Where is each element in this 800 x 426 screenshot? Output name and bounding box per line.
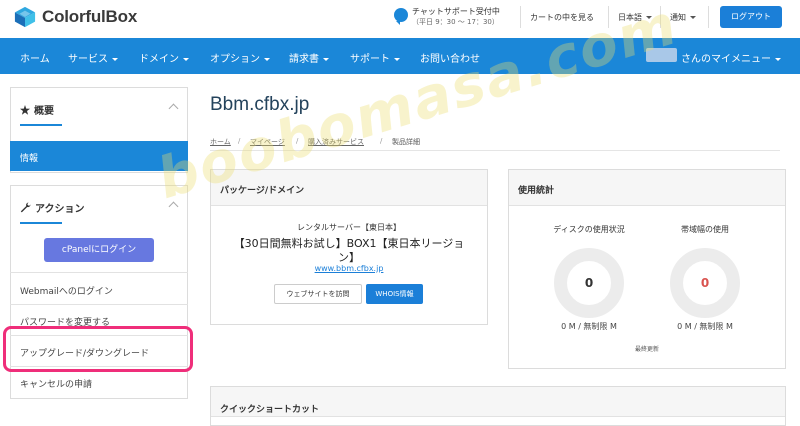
nav-account-menu[interactable]: さんのマイメニュー	[681, 50, 781, 65]
cpanel-login-button[interactable]: cPanelにログイン	[44, 238, 154, 262]
highlight-annotation	[3, 326, 193, 372]
page-title: Bbm.cfbx.jp	[210, 94, 310, 115]
breadcrumb-separator: /	[380, 137, 383, 145]
webmail-login-link[interactable]: Webmailへのログイン	[20, 284, 113, 297]
actions-title: アクション	[35, 204, 85, 215]
chat-status: チャットサポート受付中	[412, 7, 500, 16]
divider	[520, 6, 521, 28]
domain-link[interactable]: www.bbm.cfbx.jp	[210, 264, 488, 273]
overview-title: 概要	[34, 106, 54, 117]
nav-label: 請求書	[289, 54, 319, 65]
nav-label: サービス	[68, 54, 108, 65]
breadcrumb-current: 製品詳細	[392, 138, 420, 146]
product-name-line2: ン】	[338, 251, 360, 264]
star-icon	[20, 104, 30, 115]
chat-hours: （平日 9：30 ～ 17：30）	[412, 18, 499, 26]
nav-contact[interactable]: お問い合わせ	[420, 50, 480, 65]
disk-usage-value: 0	[584, 276, 594, 290]
breadcrumb-mypage[interactable]: マイページ	[250, 137, 285, 147]
nav-label: オプション	[210, 54, 260, 65]
header-underline	[20, 222, 62, 224]
nav-label: ドメイン	[139, 54, 179, 65]
wrench-icon	[20, 202, 31, 213]
whois-button[interactable]: WHOIS情報	[366, 284, 423, 304]
nav-home[interactable]: ホーム	[20, 50, 50, 65]
logout-button[interactable]: ログアウト	[720, 6, 782, 28]
sidebar-item-info-label: 情報	[20, 154, 39, 164]
chevron-down-icon	[183, 57, 189, 61]
chevron-down-icon	[646, 16, 652, 19]
colorfulbox-logo-icon	[14, 6, 36, 28]
bandwidth-usage-value: 0	[700, 276, 710, 290]
language-selector[interactable]: 日本語	[618, 12, 652, 23]
product-group: レンタルサーバー【東日本】	[297, 223, 401, 232]
usage-card-title: 使用統計	[518, 186, 555, 196]
nav-invoices[interactable]: 請求書	[289, 50, 329, 65]
top-bar: ColorfulBox チャットサポート受付中 （平日 9：30 ～ 17：30…	[0, 0, 800, 38]
bandwidth-usage-label: 帯域幅の使用	[681, 225, 729, 234]
divider	[10, 272, 188, 273]
notifications-menu[interactable]: 通知	[670, 12, 696, 23]
divider	[10, 304, 188, 305]
chat-support[interactable]: チャットサポート受付中 （平日 9：30 ～ 17：30）	[394, 6, 500, 28]
breadcrumb-separator: /	[238, 137, 241, 145]
chevron-down-icon	[775, 57, 781, 61]
notifications-label: 通知	[670, 13, 686, 22]
breadcrumb-separator: /	[296, 137, 299, 145]
brand-logo[interactable]: ColorfulBox	[14, 6, 137, 28]
disk-usage-label: ディスクの使用状況	[553, 225, 625, 234]
chevron-down-icon	[264, 57, 270, 61]
shortcuts-card-title: クイックショートカット	[220, 405, 320, 415]
bandwidth-usage-detail: 0 M / 無制限 M	[677, 322, 733, 331]
actions-header[interactable]: アクション	[20, 200, 85, 215]
chevron-down-icon	[690, 16, 696, 19]
disk-usage-detail: 0 M / 無制限 M	[561, 322, 617, 331]
cancel-request-link[interactable]: キャンセルの申請	[20, 377, 92, 390]
last-updated: 最終更新	[634, 346, 659, 353]
cart-link[interactable]: カートの中を見る	[530, 12, 594, 23]
header-underline	[20, 124, 62, 126]
nav-support[interactable]: サポート	[350, 50, 400, 65]
nav-services[interactable]: サービス	[68, 50, 118, 65]
divider	[660, 6, 661, 28]
breadcrumb-home[interactable]: ホーム	[210, 137, 231, 147]
brand-name: ColorfulBox	[42, 7, 138, 26]
overview-header[interactable]: 概要	[20, 102, 54, 117]
chevron-down-icon	[323, 57, 329, 61]
account-name-redacted	[646, 48, 677, 62]
breadcrumb-services[interactable]: 購入済みサービス	[308, 137, 364, 147]
chevron-down-icon	[394, 57, 400, 61]
chat-icon	[394, 8, 408, 25]
divider	[608, 6, 609, 28]
nav-label: さんのマイメニュー	[681, 54, 771, 65]
divider	[708, 6, 709, 28]
chevron-down-icon	[112, 57, 118, 61]
nav-label: サポート	[350, 54, 390, 65]
language-label: 日本語	[618, 13, 642, 22]
visit-website-button[interactable]: ウェブサイトを訪問	[274, 284, 362, 304]
nav-options[interactable]: オプション	[210, 50, 270, 65]
package-card-title: パッケージ/ドメイン	[220, 186, 305, 196]
divider	[210, 150, 780, 151]
main-nav: ホーム サービス ドメイン オプション 請求書 サポート お問い合わせ さんのマ…	[0, 38, 800, 74]
nav-domains[interactable]: ドメイン	[139, 50, 189, 65]
